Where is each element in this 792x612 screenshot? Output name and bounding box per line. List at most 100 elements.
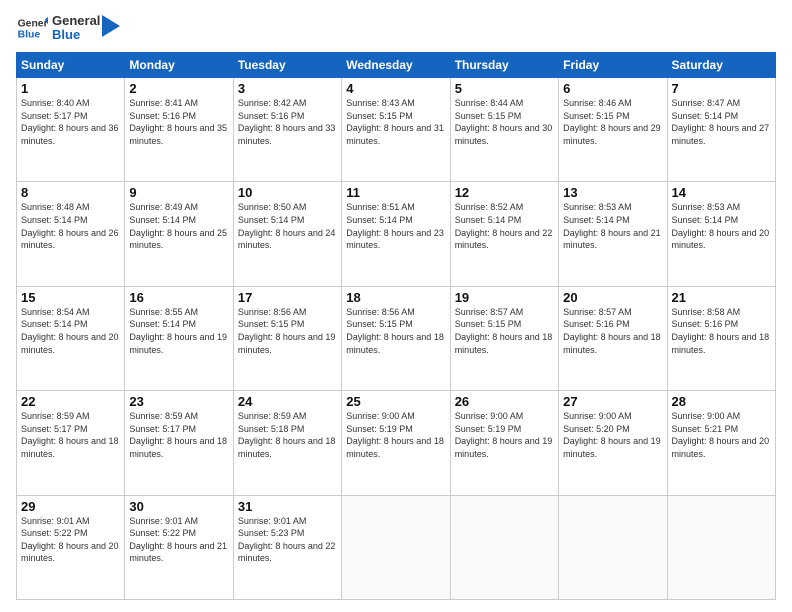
calendar-cell	[342, 495, 450, 599]
day-info: Sunrise: 8:53 AMSunset: 5:14 PMDaylight:…	[563, 201, 662, 251]
day-number: 27	[563, 394, 662, 409]
day-info: Sunrise: 9:01 AMSunset: 5:22 PMDaylight:…	[129, 515, 228, 565]
day-info: Sunrise: 8:48 AMSunset: 5:14 PMDaylight:…	[21, 201, 120, 251]
day-info: Sunrise: 8:40 AMSunset: 5:17 PMDaylight:…	[21, 97, 120, 147]
calendar-header-saturday: Saturday	[667, 53, 775, 78]
day-info: Sunrise: 8:57 AMSunset: 5:15 PMDaylight:…	[455, 306, 554, 356]
calendar-cell: 15Sunrise: 8:54 AMSunset: 5:14 PMDayligh…	[17, 286, 125, 390]
day-info: Sunrise: 9:00 AMSunset: 5:19 PMDaylight:…	[346, 410, 445, 460]
header: General Blue General Blue	[16, 12, 776, 44]
calendar-cell: 31Sunrise: 9:01 AMSunset: 5:23 PMDayligh…	[233, 495, 341, 599]
day-number: 29	[21, 499, 120, 514]
day-number: 18	[346, 290, 445, 305]
calendar-cell: 18Sunrise: 8:56 AMSunset: 5:15 PMDayligh…	[342, 286, 450, 390]
calendar-cell: 13Sunrise: 8:53 AMSunset: 5:14 PMDayligh…	[559, 182, 667, 286]
day-number: 12	[455, 185, 554, 200]
calendar-cell: 11Sunrise: 8:51 AMSunset: 5:14 PMDayligh…	[342, 182, 450, 286]
day-number: 25	[346, 394, 445, 409]
day-info: Sunrise: 8:59 AMSunset: 5:17 PMDaylight:…	[21, 410, 120, 460]
day-info: Sunrise: 9:00 AMSunset: 5:19 PMDaylight:…	[455, 410, 554, 460]
day-number: 31	[238, 499, 337, 514]
calendar-cell: 12Sunrise: 8:52 AMSunset: 5:14 PMDayligh…	[450, 182, 558, 286]
day-info: Sunrise: 8:59 AMSunset: 5:17 PMDaylight:…	[129, 410, 228, 460]
calendar-week-4: 22Sunrise: 8:59 AMSunset: 5:17 PMDayligh…	[17, 391, 776, 495]
calendar-cell: 26Sunrise: 9:00 AMSunset: 5:19 PMDayligh…	[450, 391, 558, 495]
day-number: 26	[455, 394, 554, 409]
calendar-cell: 6Sunrise: 8:46 AMSunset: 5:15 PMDaylight…	[559, 78, 667, 182]
calendar-header-wednesday: Wednesday	[342, 53, 450, 78]
calendar-cell: 10Sunrise: 8:50 AMSunset: 5:14 PMDayligh…	[233, 182, 341, 286]
day-number: 16	[129, 290, 228, 305]
day-info: Sunrise: 9:01 AMSunset: 5:23 PMDaylight:…	[238, 515, 337, 565]
day-number: 28	[672, 394, 771, 409]
day-number: 14	[672, 185, 771, 200]
day-number: 20	[563, 290, 662, 305]
day-info: Sunrise: 8:53 AMSunset: 5:14 PMDaylight:…	[672, 201, 771, 251]
day-number: 9	[129, 185, 228, 200]
logo-icon: General Blue	[16, 12, 48, 44]
day-number: 6	[563, 81, 662, 96]
calendar-cell: 29Sunrise: 9:01 AMSunset: 5:22 PMDayligh…	[17, 495, 125, 599]
calendar-cell: 16Sunrise: 8:55 AMSunset: 5:14 PMDayligh…	[125, 286, 233, 390]
calendar-header-thursday: Thursday	[450, 53, 558, 78]
calendar-header-friday: Friday	[559, 53, 667, 78]
day-info: Sunrise: 9:01 AMSunset: 5:22 PMDaylight:…	[21, 515, 120, 565]
day-number: 17	[238, 290, 337, 305]
day-info: Sunrise: 9:00 AMSunset: 5:20 PMDaylight:…	[563, 410, 662, 460]
day-number: 19	[455, 290, 554, 305]
calendar-table: SundayMondayTuesdayWednesdayThursdayFrid…	[16, 52, 776, 600]
day-info: Sunrise: 8:49 AMSunset: 5:14 PMDaylight:…	[129, 201, 228, 251]
day-number: 4	[346, 81, 445, 96]
calendar-cell	[450, 495, 558, 599]
calendar-header-monday: Monday	[125, 53, 233, 78]
day-info: Sunrise: 8:44 AMSunset: 5:15 PMDaylight:…	[455, 97, 554, 147]
day-info: Sunrise: 8:51 AMSunset: 5:14 PMDaylight:…	[346, 201, 445, 251]
day-number: 11	[346, 185, 445, 200]
calendar-week-1: 1Sunrise: 8:40 AMSunset: 5:17 PMDaylight…	[17, 78, 776, 182]
day-number: 1	[21, 81, 120, 96]
calendar-week-2: 8Sunrise: 8:48 AMSunset: 5:14 PMDaylight…	[17, 182, 776, 286]
day-number: 10	[238, 185, 337, 200]
day-number: 24	[238, 394, 337, 409]
day-info: Sunrise: 8:42 AMSunset: 5:16 PMDaylight:…	[238, 97, 337, 147]
day-info: Sunrise: 8:59 AMSunset: 5:18 PMDaylight:…	[238, 410, 337, 460]
logo: General Blue General Blue	[16, 12, 120, 44]
day-info: Sunrise: 8:43 AMSunset: 5:15 PMDaylight:…	[346, 97, 445, 147]
day-info: Sunrise: 8:56 AMSunset: 5:15 PMDaylight:…	[346, 306, 445, 356]
svg-text:General: General	[18, 18, 48, 29]
day-info: Sunrise: 8:52 AMSunset: 5:14 PMDaylight:…	[455, 201, 554, 251]
calendar-cell: 3Sunrise: 8:42 AMSunset: 5:16 PMDaylight…	[233, 78, 341, 182]
calendar-cell: 30Sunrise: 9:01 AMSunset: 5:22 PMDayligh…	[125, 495, 233, 599]
calendar-cell	[559, 495, 667, 599]
day-number: 23	[129, 394, 228, 409]
day-number: 13	[563, 185, 662, 200]
calendar-header-sunday: Sunday	[17, 53, 125, 78]
day-info: Sunrise: 9:00 AMSunset: 5:21 PMDaylight:…	[672, 410, 771, 460]
calendar-cell: 8Sunrise: 8:48 AMSunset: 5:14 PMDaylight…	[17, 182, 125, 286]
page: General Blue General Blue SundayMondayTu…	[0, 0, 792, 612]
calendar-cell: 25Sunrise: 9:00 AMSunset: 5:19 PMDayligh…	[342, 391, 450, 495]
calendar-cell: 24Sunrise: 8:59 AMSunset: 5:18 PMDayligh…	[233, 391, 341, 495]
calendar-cell: 19Sunrise: 8:57 AMSunset: 5:15 PMDayligh…	[450, 286, 558, 390]
day-info: Sunrise: 8:46 AMSunset: 5:15 PMDaylight:…	[563, 97, 662, 147]
calendar-cell: 27Sunrise: 9:00 AMSunset: 5:20 PMDayligh…	[559, 391, 667, 495]
logo-blue: Blue	[52, 28, 100, 42]
day-info: Sunrise: 8:55 AMSunset: 5:14 PMDaylight:…	[129, 306, 228, 356]
logo-arrow-icon	[102, 15, 120, 37]
calendar-cell: 28Sunrise: 9:00 AMSunset: 5:21 PMDayligh…	[667, 391, 775, 495]
calendar-cell: 20Sunrise: 8:57 AMSunset: 5:16 PMDayligh…	[559, 286, 667, 390]
day-number: 22	[21, 394, 120, 409]
day-info: Sunrise: 8:54 AMSunset: 5:14 PMDaylight:…	[21, 306, 120, 356]
day-info: Sunrise: 8:41 AMSunset: 5:16 PMDaylight:…	[129, 97, 228, 147]
calendar-cell	[667, 495, 775, 599]
calendar-cell: 4Sunrise: 8:43 AMSunset: 5:15 PMDaylight…	[342, 78, 450, 182]
calendar-cell: 1Sunrise: 8:40 AMSunset: 5:17 PMDaylight…	[17, 78, 125, 182]
day-number: 5	[455, 81, 554, 96]
calendar-cell: 23Sunrise: 8:59 AMSunset: 5:17 PMDayligh…	[125, 391, 233, 495]
day-info: Sunrise: 8:56 AMSunset: 5:15 PMDaylight:…	[238, 306, 337, 356]
calendar-week-3: 15Sunrise: 8:54 AMSunset: 5:14 PMDayligh…	[17, 286, 776, 390]
calendar-cell: 2Sunrise: 8:41 AMSunset: 5:16 PMDaylight…	[125, 78, 233, 182]
day-number: 30	[129, 499, 228, 514]
calendar-header-tuesday: Tuesday	[233, 53, 341, 78]
day-info: Sunrise: 8:57 AMSunset: 5:16 PMDaylight:…	[563, 306, 662, 356]
